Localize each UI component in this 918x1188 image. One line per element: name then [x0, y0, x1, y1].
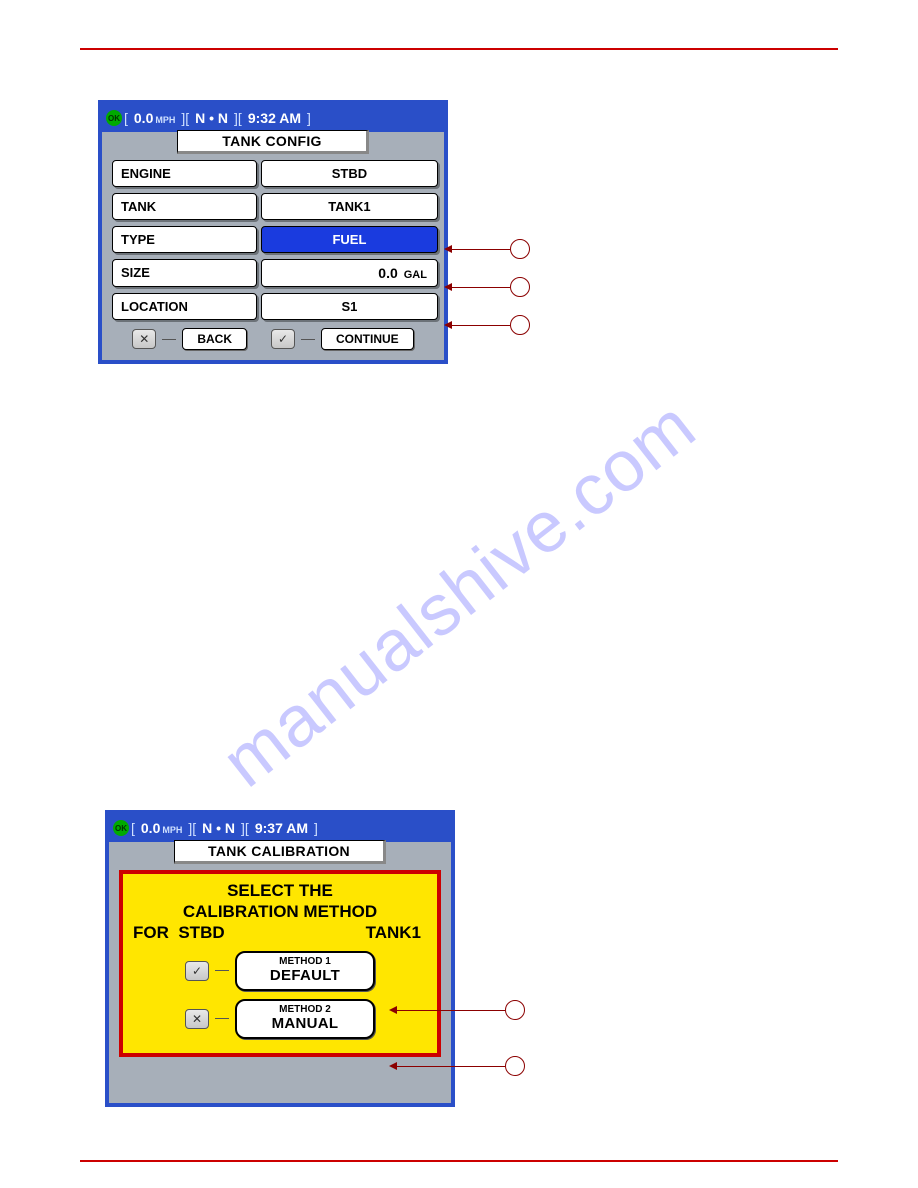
tank-label: TANK [112, 193, 257, 220]
x-icon[interactable]: ✕ [185, 1009, 209, 1029]
method-default-button[interactable]: METHOD 1 DEFAULT [235, 951, 375, 991]
connector [162, 339, 176, 340]
tank-value[interactable]: TANK1 [261, 193, 438, 220]
method-2-label: METHOD 2 [237, 1004, 373, 1015]
tank-row: TANK TANK1 [112, 193, 434, 220]
speed-unit: MPH [162, 825, 182, 835]
prompt-line1: SELECT THE [129, 880, 431, 901]
engine-label: ENGINE [112, 160, 257, 187]
time: 9:32 AM [242, 110, 307, 126]
watermark: manualshive.com [207, 385, 711, 804]
method-1-name: DEFAULT [237, 967, 373, 984]
connector [215, 970, 229, 971]
prompt-line2: CALIBRATION METHOD [129, 901, 431, 922]
size-unit: GAL [404, 269, 427, 281]
engine-row: ENGINE STBD [112, 160, 434, 187]
type-value[interactable]: FUEL [261, 226, 438, 253]
screen-title: TANK CALIBRATION [174, 840, 386, 864]
back-button[interactable]: BACK [182, 328, 247, 350]
for-label: FOR [133, 923, 169, 942]
continue-button[interactable]: CONTINUE [321, 328, 414, 350]
ok-icon: OK [106, 110, 122, 126]
page: manualshive.com OK [ 0.0 MPH ][ N • N ][… [0, 0, 918, 1188]
prompt-for-row: FOR STBD TANK1 [129, 923, 431, 943]
tank-config-screen: OK [ 0.0 MPH ][ N • N ][ 9:32 AM ] TANK … [98, 100, 448, 364]
status-bar: OK [ 0.0 MPH ][ N • N ][ 9:37 AM ] [109, 814, 451, 842]
location-label: LOCATION [112, 293, 257, 320]
engine-value[interactable]: STBD [261, 160, 438, 187]
method-1-label: METHOD 1 [237, 956, 373, 967]
location-row: LOCATION S1 [112, 293, 434, 320]
size-row: SIZE 0.0 GAL [112, 259, 434, 287]
top-rule [80, 48, 838, 50]
calibration-prompt: SELECT THE CALIBRATION METHOD FOR STBD T… [119, 870, 441, 1057]
screen-title: TANK CONFIG [177, 130, 369, 154]
callout-method-default [395, 1000, 525, 1020]
callout-location [450, 315, 530, 335]
method-2-name: MANUAL [237, 1015, 373, 1032]
method-1-row: ✓ METHOD 1 DEFAULT [129, 951, 431, 991]
type-label: TYPE [112, 226, 257, 253]
type-row: TYPE FUEL [112, 226, 434, 253]
ok-icon: OK [113, 820, 129, 836]
connector [215, 1018, 229, 1019]
x-icon[interactable]: ✕ [132, 329, 156, 349]
size-label: SIZE [112, 259, 257, 287]
heading: N • N [189, 110, 234, 126]
size-value-cell[interactable]: 0.0 GAL [261, 259, 438, 287]
bottom-rule [80, 1160, 838, 1162]
location-value[interactable]: S1 [261, 293, 438, 320]
status-bar: OK [ 0.0 MPH ][ N • N ][ 9:32 AM ] [102, 104, 444, 132]
speed-unit: MPH [155, 115, 175, 125]
connector [301, 339, 315, 340]
for-engine: STBD [178, 923, 224, 942]
for-tank: TANK1 [366, 923, 421, 943]
speed-value: 0.0 [141, 820, 160, 836]
heading: N • N [196, 820, 241, 836]
method-manual-button[interactable]: METHOD 2 MANUAL [235, 999, 375, 1039]
time: 9:37 AM [249, 820, 314, 836]
check-icon[interactable]: ✓ [185, 961, 209, 981]
size-value: 0.0 [378, 265, 397, 281]
callout-method-manual [395, 1056, 525, 1076]
callout-size [450, 277, 530, 297]
footer-buttons: ✕ BACK ✓ CONTINUE [112, 328, 434, 350]
speed-value: 0.0 [134, 110, 153, 126]
method-2-row: ✕ METHOD 2 MANUAL [129, 999, 431, 1039]
callout-type [450, 239, 530, 259]
check-icon[interactable]: ✓ [271, 329, 295, 349]
